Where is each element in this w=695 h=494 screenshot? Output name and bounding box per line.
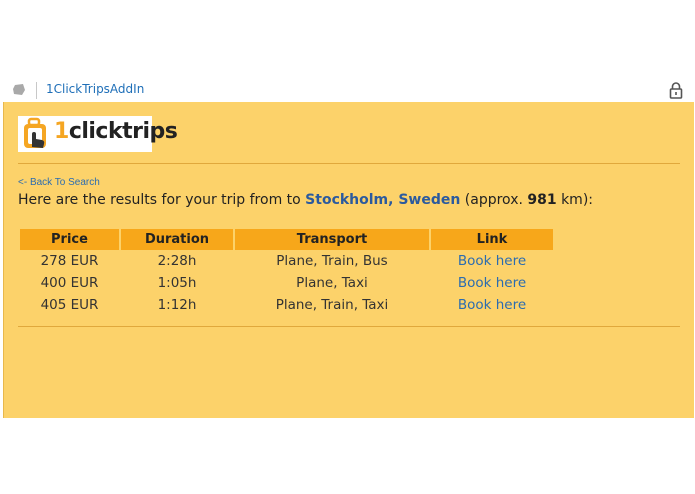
addin-icon (13, 84, 25, 95)
book-here-link[interactable]: Book here (458, 297, 526, 313)
table-header-row: Price Duration Transport Link (20, 229, 553, 250)
addin-panel: 1clicktrips <- Back To Search Here are t… (3, 102, 694, 418)
header-transport: Transport (235, 229, 429, 250)
table-row: 278 EUR 2:28h Plane, Train, Bus Book her… (20, 250, 553, 272)
header-separator (36, 82, 37, 99)
link-cell: Book here (431, 272, 553, 294)
duration-cell: 2:28h (157, 253, 197, 269)
results-intro: Here are the results for your trip from … (18, 192, 593, 208)
distance-value: 981 (527, 192, 557, 208)
lock-icon[interactable] (669, 81, 683, 99)
duration-cell: 1:12h (157, 297, 197, 313)
book-here-link[interactable]: Book here (458, 275, 526, 291)
price-cell: 278 EUR (40, 253, 99, 269)
header-duration: Duration (121, 229, 233, 250)
addin-title: 1ClickTripsAddIn (46, 82, 145, 96)
price-cell: 405 EUR (40, 297, 99, 313)
table-row: 400 EUR 1:05h Plane, Taxi Book here (20, 272, 553, 294)
bottom-divider (18, 326, 680, 327)
transport-cell: Plane, Taxi (296, 275, 368, 291)
price-cell: 400 EUR (40, 275, 99, 291)
header-link: Link (431, 229, 553, 250)
link-cell: Book here (431, 250, 553, 272)
duration-cell: 1:05h (157, 275, 197, 291)
link-cell: Book here (431, 294, 553, 316)
luggage-hand-icon (24, 117, 46, 148)
results-table: Price Duration Transport Link 278 EUR 2:… (18, 229, 555, 316)
table-row: 405 EUR 1:12h Plane, Train, Taxi Book he… (20, 294, 553, 316)
top-divider (18, 163, 680, 164)
addin-header-bar: 1ClickTripsAddIn (0, 78, 695, 102)
header-price: Price (20, 229, 119, 250)
destination-city: Stockholm, Sweden (305, 192, 461, 208)
transport-cell: Plane, Train, Taxi (275, 297, 389, 313)
logo: 1clicktrips (18, 116, 178, 152)
logo-text: 1clicktrips (54, 119, 178, 144)
book-here-link[interactable]: Book here (458, 253, 526, 269)
back-to-search-link[interactable]: <- Back To Search (18, 177, 100, 188)
transport-cell: Plane, Train, Bus (276, 253, 388, 269)
